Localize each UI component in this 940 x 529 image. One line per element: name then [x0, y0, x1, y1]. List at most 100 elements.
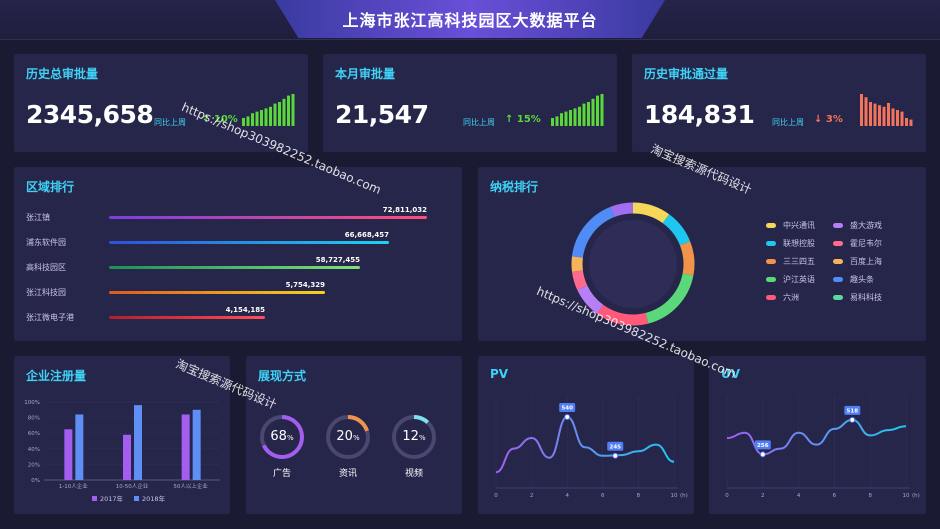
bar[interactable]	[123, 434, 131, 480]
kpi-title: 历史总审批量	[26, 67, 99, 81]
data-point[interactable]	[849, 416, 856, 423]
spark-bar	[909, 119, 913, 126]
kpi-change-value: 15%	[516, 114, 541, 125]
ring-caption: 广告	[272, 469, 291, 479]
ring-percent-value: 68	[270, 429, 287, 444]
header-bar: 上海市张江高科技园区大数据平台	[0, 0, 940, 40]
y-tick-label: 0%	[31, 478, 40, 484]
bar[interactable]	[64, 429, 73, 480]
donut-segment[interactable]	[577, 285, 604, 314]
tax-legend-item[interactable]: 盛大游戏	[833, 220, 882, 231]
spark-bar	[864, 97, 868, 126]
legend-swatch	[833, 295, 843, 300]
legend-label: 盛大游戏	[850, 221, 882, 230]
tax-legend-item[interactable]: 易科科技	[833, 292, 882, 303]
x-unit-label: (h)	[912, 493, 920, 499]
legend-label: 三三四五	[783, 257, 815, 266]
legend-swatch	[134, 496, 139, 501]
kpi-compare-label: 同比上周	[463, 118, 495, 127]
tax-legend-item[interactable]: 中兴通讯	[766, 220, 815, 231]
bar[interactable]	[181, 414, 190, 480]
spark-bar	[905, 118, 908, 126]
spark-bar	[882, 106, 886, 126]
x-tick-label: 8	[637, 493, 641, 499]
legend-swatch	[833, 241, 843, 246]
x-tick-label: 10-50人企业	[116, 482, 149, 490]
series-line[interactable]	[726, 418, 907, 456]
donut-segment[interactable]	[610, 202, 634, 218]
kpi-value: 21,547	[335, 100, 429, 129]
kpi-card-month: 本月审批量 21,547 同比上周 ↑ 15%	[323, 54, 617, 152]
bar[interactable]	[192, 409, 201, 480]
region-bar	[109, 241, 389, 244]
region-rank-row: 张江微电子港 4,154,185	[14, 306, 474, 332]
y-tick-label: 40%	[28, 447, 40, 453]
region-bar	[109, 316, 265, 319]
data-point[interactable]	[564, 414, 571, 421]
donut-segment[interactable]	[571, 270, 588, 291]
panel-title: 区域排行	[26, 180, 75, 194]
legend-label: 百度上海	[850, 257, 882, 266]
tax-legend-item[interactable]: 三三四五	[766, 256, 815, 267]
donut-inner	[589, 220, 677, 308]
data-point[interactable]	[759, 451, 766, 458]
x-tick-label: 1-10人企业	[59, 482, 88, 490]
page-title: 上海市张江高科技园区大数据平台	[275, 0, 665, 38]
region-name: 浦东软件园	[26, 238, 66, 247]
legend-label: 中兴通讯	[783, 221, 815, 230]
data-point[interactable]	[612, 452, 619, 459]
tax-legend-item[interactable]: 沪江英语	[766, 274, 815, 285]
legend-swatch	[766, 241, 776, 246]
ring-percent-unit: %	[352, 434, 360, 442]
x-tick-label: 50人以上企业	[173, 482, 208, 490]
bar[interactable]	[134, 405, 142, 480]
legend-label: 沪江英语	[783, 275, 815, 284]
y-tick-label: 100%	[24, 400, 40, 406]
kpi-compare-label: 同比上周	[772, 118, 804, 127]
kpi-change-value: 3%	[825, 114, 843, 125]
donut-segment[interactable]	[679, 241, 695, 276]
spark-bar	[887, 102, 890, 126]
spark-bar	[555, 116, 559, 126]
y-tick-label: 20%	[28, 462, 40, 468]
display-mode-ring[interactable]: 12% 视频	[390, 413, 438, 485]
ring-percent: 20%	[324, 429, 372, 444]
region-rank-row: 浦东软件园 66,668,457	[14, 231, 474, 257]
ring-percent: 68%	[258, 429, 306, 444]
up-arrow-icon: ↑	[202, 114, 211, 125]
legend-label: 霍尼韦尔	[850, 239, 882, 248]
bar[interactable]	[75, 414, 84, 480]
spark-bar	[282, 98, 286, 126]
donut-segment[interactable]	[596, 304, 649, 326]
spark-bar	[291, 94, 295, 126]
display-mode-ring[interactable]: 20% 资讯	[324, 413, 372, 485]
x-tick-label: 10	[903, 493, 910, 499]
display-mode-ring[interactable]: 68% 广告	[258, 413, 306, 485]
region-bar	[109, 216, 427, 219]
display-modes-panel: 展现方式 68% 广告 20% 资讯 12% 视频	[246, 356, 462, 514]
tax-legend-item[interactable]: 趣头条	[833, 274, 874, 285]
series-line[interactable]	[495, 416, 675, 474]
spark-bar	[551, 118, 554, 126]
down-arrow-icon: ↓	[814, 114, 823, 125]
tax-legend-item[interactable]: 联想控股	[766, 238, 815, 249]
kpi-title: 历史审批通过量	[644, 67, 729, 81]
enterprise-bar-chart: 0% 20% 40% 60% 80% 100% 1-10人企业 10-50人企业 50人以上企业…	[24, 400, 220, 503]
spark-bar	[900, 111, 904, 126]
legend-swatch	[92, 496, 97, 501]
donut-segment[interactable]	[632, 202, 670, 224]
pv-panel: PV 0 2 4 6 8 10 (h) 540 245	[478, 356, 694, 514]
spark-bar	[264, 108, 268, 126]
legend-label: 联想控股	[783, 239, 815, 248]
x-tick-label: 2	[761, 493, 765, 499]
kpi-sparkline	[860, 94, 913, 126]
spark-bar	[596, 95, 599, 126]
spark-bar	[260, 110, 263, 126]
tax-legend-item[interactable]: 百度上海	[833, 256, 882, 267]
pv-line-chart: 0 2 4 6 8 10 (h) 540 245	[494, 396, 688, 499]
kpi-sparkline	[551, 94, 604, 126]
x-tick-label: 2	[530, 493, 534, 499]
tax-legend-item[interactable]: 霍尼韦尔	[833, 238, 882, 249]
spark-bar	[278, 102, 281, 126]
tax-legend-item[interactable]: 六洲	[766, 292, 799, 303]
